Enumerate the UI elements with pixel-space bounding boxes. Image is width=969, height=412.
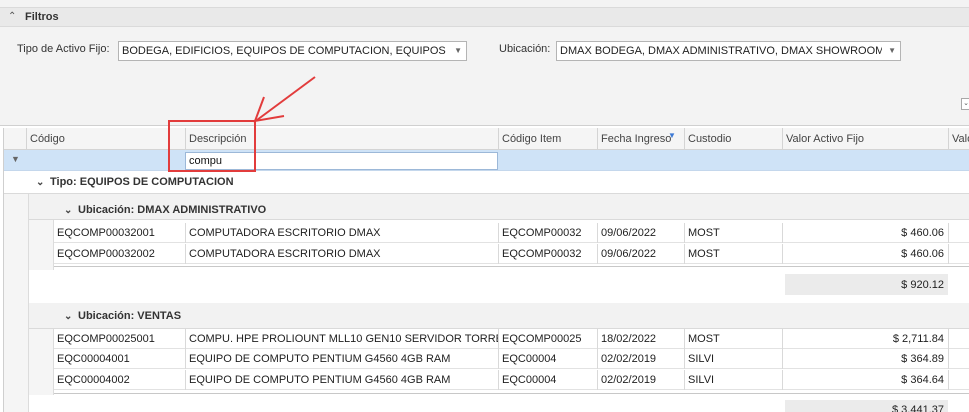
chevron-up-icon[interactable]: ⌃ (8, 11, 20, 23)
cell-valor-extra (948, 370, 969, 390)
dropdown-arrow-icon[interactable]: ▼ (888, 46, 896, 56)
cell-codigo-item: EQCOMP00032 (498, 244, 597, 264)
group-footer-separator (54, 266, 969, 268)
group-tipo-label: Tipo: EQUIPOS DE COMPUTACION (50, 176, 234, 188)
cell-custodio: SILVI (684, 370, 782, 390)
cell-custodio: SILVI (684, 349, 782, 369)
group-ubicacion-2-label: Ubicación: VENTAS (78, 310, 182, 322)
table-row[interactable]: EQCOMP00032002 COMPUTADORA ESCRITORIO DM… (54, 244, 969, 264)
cell-valor: $ 2,711.84 (782, 329, 948, 349)
cell-descripcion: EQUIPO DE COMPUTO PENTIUM G4560 4GB RAM (185, 349, 498, 369)
cell-codigo-item: EQC00004 (498, 349, 597, 369)
cell-valor-extra (948, 223, 969, 243)
cell-custodio: MOST (684, 329, 782, 349)
cell-codigo: EQCOMP00032002 (57, 248, 155, 260)
cell-fecha: 09/06/2022 (597, 244, 684, 264)
autofilter-row: ▼ compu (4, 150, 969, 171)
cell-valor-extra (948, 349, 969, 369)
column-header-valor-activo-fijo[interactable]: Valor Activo Fijo (782, 128, 948, 150)
filters-panel: ⌃ Filtros Tipo de Activo Fijo: BODEGA, E… (0, 0, 969, 126)
cell-valor: $ 364.64 (782, 370, 948, 390)
table-row[interactable]: EQC00004001 EQUIPO DE COMPUTO PENTIUM G4… (54, 349, 969, 369)
filter-icon: ▼ (11, 154, 20, 164)
column-header-custodio[interactable]: Custodio (684, 128, 782, 150)
group-total-2: $ 3,441.37 (785, 400, 948, 412)
ubicacion-label: Ubicación: (499, 43, 551, 55)
table-row[interactable]: EQCOMP00025001 COMPU. HPE PROLIOUNT MLL1… (54, 329, 969, 349)
highlight-box (168, 120, 256, 172)
ubicacion-value: DMAX BODEGA, DMAX ADMINISTRATIVO, DMAX S… (560, 45, 882, 57)
cell-fecha: 02/02/2019 (597, 349, 684, 369)
column-header-fecha-ingreso[interactable]: Fecha Ingreso (597, 128, 684, 150)
header-indicator (4, 128, 26, 150)
cell-valor: $ 364.89 (782, 349, 948, 369)
group-ubicacion-1-label: Ubicación: DMAX ADMINISTRATIVO (78, 204, 267, 216)
group-indent (29, 329, 54, 395)
cell-descripcion: COMPUTADORA ESCRITORIO DMAX (185, 244, 498, 264)
table-row[interactable]: EQCOMP00032001 COMPUTADORA ESCRITORIO DM… (54, 223, 969, 243)
tipo-activo-combo[interactable]: BODEGA, EDIFICIOS, EQUIPOS DE COMPUTACIO… (118, 41, 467, 61)
grid-header: Código Descripción ▼ Código Item Fecha I… (4, 128, 969, 150)
table-row[interactable]: EQC00004002 EQUIPO DE COMPUTO PENTIUM G4… (54, 370, 969, 390)
filters-header[interactable]: ⌃ Filtros (0, 7, 969, 27)
cell-descripcion: COMPU. HPE PROLIOUNT MLL10 GEN10 SERVIDO… (185, 329, 498, 349)
chevron-down-icon[interactable]: ⌄ (64, 205, 78, 216)
group-ubicacion-1[interactable]: ⌄ Ubicación: DMAX ADMINISTRATIVO (64, 204, 266, 225)
cell-codigo-item: EQCOMP00032 (498, 223, 597, 243)
cell-valor: $ 460.06 (782, 244, 948, 264)
group-footer-separator (54, 393, 969, 395)
cell-fecha: 09/06/2022 (597, 223, 684, 243)
group-indent (4, 194, 29, 412)
cell-codigo-item: EQCOMP00025 (498, 329, 597, 349)
chevron-down-icon[interactable]: ⌄ (36, 177, 50, 188)
tipo-activo-label: Tipo de Activo Fijo: (17, 43, 110, 55)
cell-custodio: MOST (684, 244, 782, 264)
group-total-1: $ 920.12 (785, 274, 948, 295)
cell-codigo-item: EQC00004 (498, 370, 597, 390)
filters-title: Filtros (25, 11, 59, 23)
cell-custodio: MOST (684, 223, 782, 243)
chevron-down-icon[interactable]: ⌄ (64, 311, 78, 322)
column-header-valor[interactable]: Valo (948, 128, 969, 150)
cell-valor: $ 460.06 (782, 223, 948, 243)
group-indent (29, 220, 54, 270)
group-ubicacion-2[interactable]: ⌄ Ubicación: VENTAS (64, 310, 181, 331)
dropdown-arrow-icon[interactable]: ▼ (454, 46, 462, 56)
cell-codigo: EQC00004002 (57, 374, 130, 386)
column-header-codigo[interactable]: Código (26, 128, 185, 150)
tipo-activo-value: BODEGA, EDIFICIOS, EQUIPOS DE COMPUTACIO… (122, 45, 448, 57)
chevron-down-icon[interactable]: ⌄ (961, 98, 969, 110)
cell-descripcion: EQUIPO DE COMPUTO PENTIUM G4560 4GB RAM (185, 370, 498, 390)
cell-valor-extra (948, 244, 969, 264)
cell-codigo: EQCOMP00032001 (57, 227, 155, 239)
cell-codigo: EQCOMP00025001 (57, 333, 155, 345)
ubicacion-combo[interactable]: DMAX BODEGA, DMAX ADMINISTRATIVO, DMAX S… (556, 41, 901, 61)
cell-fecha: 02/02/2019 (597, 370, 684, 390)
cell-fecha: 18/02/2022 (597, 329, 684, 349)
cell-codigo: EQC00004001 (57, 353, 130, 365)
cell-valor-extra (948, 329, 969, 349)
column-header-codigo-item[interactable]: Código Item (498, 128, 597, 150)
data-grid: Código Descripción ▼ Código Item Fecha I… (3, 128, 969, 412)
cell-descripcion: COMPUTADORA ESCRITORIO DMAX (185, 223, 498, 243)
